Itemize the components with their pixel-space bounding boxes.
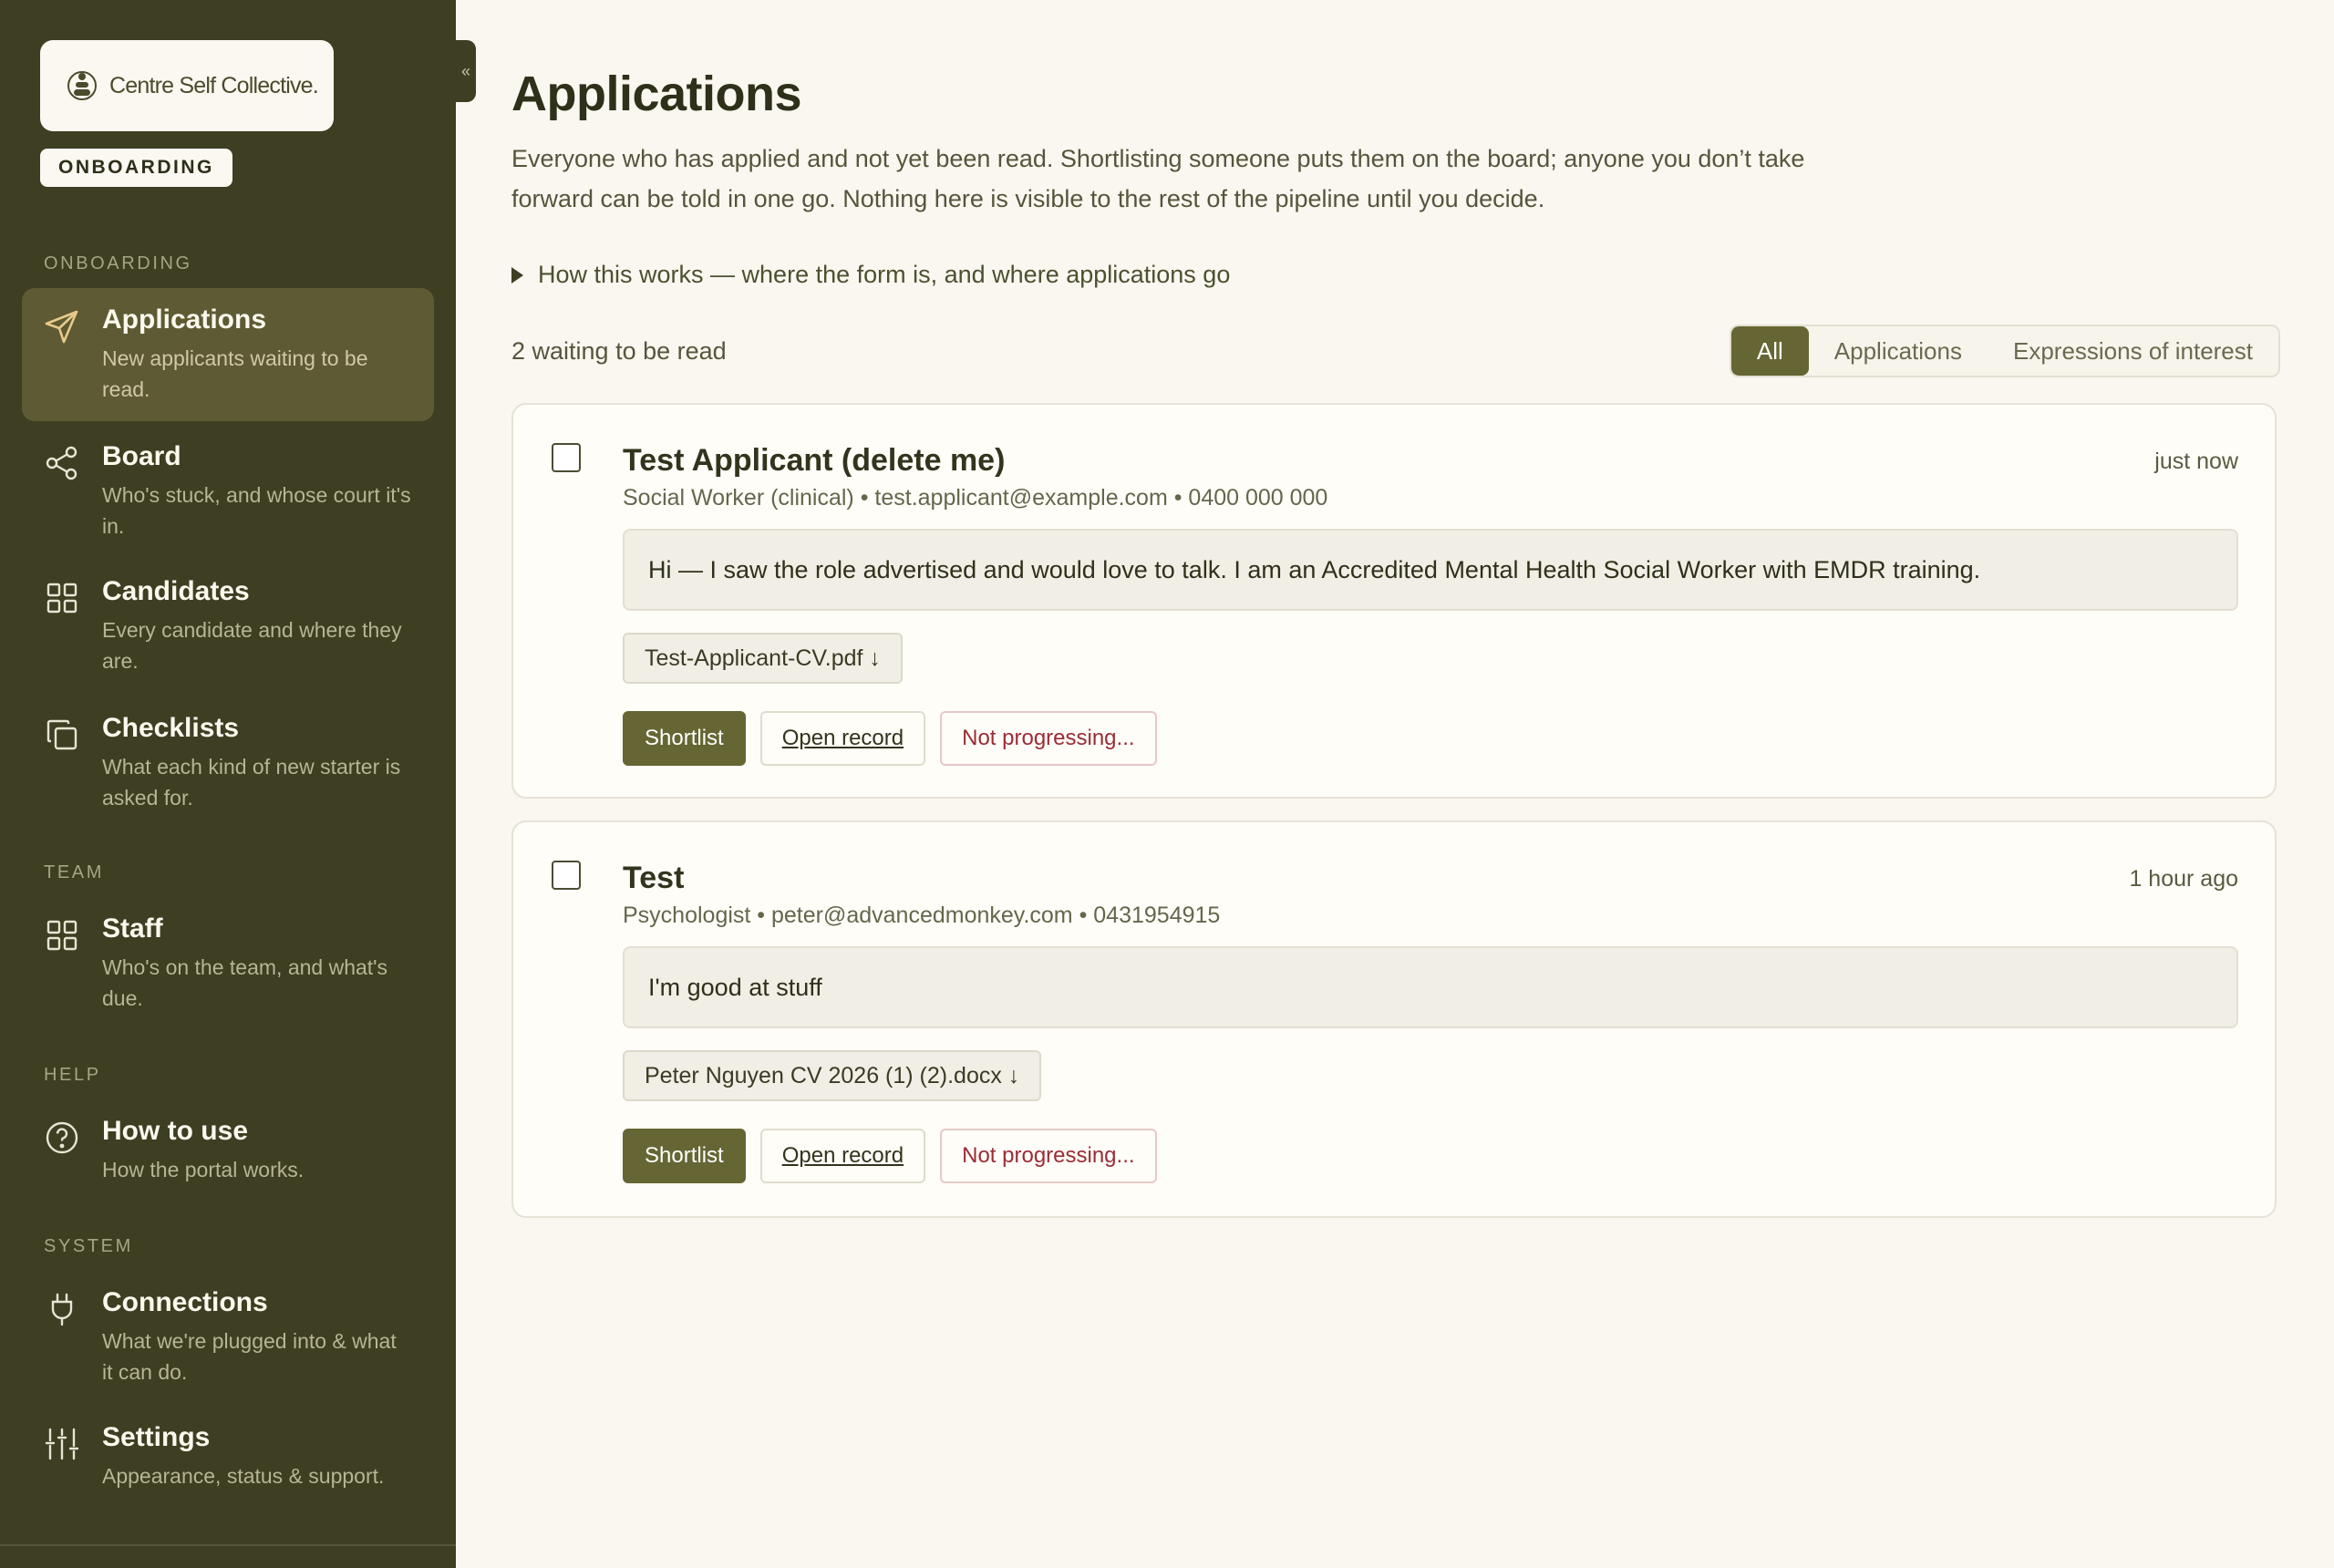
applicant-meta: Psychologist • peter@advancedmonkey.com … <box>623 903 1221 928</box>
applicant-message: Hi — I saw the role advertised and would… <box>623 529 2238 611</box>
sidebar-divider <box>0 1544 456 1546</box>
applicant-meta: Social Worker (clinical) • test.applican… <box>623 485 1328 511</box>
filter-expressions-of-interest[interactable]: Expressions of interest <box>1988 326 2278 376</box>
cv-download-link[interactable]: Test-Applicant-CV.pdf ↓ <box>623 633 903 684</box>
filter-all[interactable]: All <box>1730 326 1809 376</box>
sidebar-item-settings[interactable]: Settings Appearance, status & support. <box>22 1406 434 1508</box>
nav-section-onboarding: ONBOARDING <box>44 253 192 273</box>
sidebar-item-desc: Appearance, status & support. <box>102 1464 385 1488</box>
sidebar-item-applications[interactable]: Applications New applicants waiting to b… <box>22 288 434 421</box>
sidebar-item-board[interactable]: Board Who's stuck, and whose court it's … <box>22 425 434 558</box>
sidebar-item-desc: New applicants waiting to be read. <box>102 346 368 401</box>
open-record-button[interactable]: Open record <box>759 711 926 766</box>
submitted-time: just now <box>2154 449 2238 474</box>
select-checkbox[interactable] <box>552 861 581 890</box>
mode-badge: ONBOARDING <box>40 149 232 187</box>
sidebar-item-checklists[interactable]: Checklists What each kind of new starter… <box>22 696 434 830</box>
sidebar-item-connections[interactable]: Connections What we're plugged into & wh… <box>22 1271 434 1404</box>
nav-section-help: HELP <box>44 1065 101 1085</box>
filter-toggle: All Applications Expressions of interest <box>1729 325 2280 377</box>
sidebar-item-desc: What we're plugged into & what it can do… <box>102 1329 397 1384</box>
how-it-works-label: How this works — where the form is, and … <box>538 261 1231 288</box>
filter-applications[interactable]: Applications <box>1809 326 1988 376</box>
sidebar-item-staff[interactable]: Staff Who's on the team, and what's due. <box>22 897 434 1030</box>
sidebar-item-desc: Who's on the team, and what's due. <box>102 955 388 1010</box>
sidebar-item-label: Staff <box>102 913 163 944</box>
grid-icon <box>46 583 77 614</box>
not-progressing-button[interactable]: Not progressing... <box>940 711 1157 766</box>
submitted-time: 1 hour ago <box>2129 866 2238 892</box>
how-it-works-disclosure[interactable]: How this works — where the form is, and … <box>511 261 1230 289</box>
send-icon <box>45 310 78 344</box>
page-title: Applications <box>511 67 802 121</box>
share-icon <box>46 446 77 480</box>
shortlist-button[interactable]: Shortlist <box>623 711 746 766</box>
card-actions: Shortlist Open record Not progressing... <box>623 1129 1157 1183</box>
sidebar-item-label: Checklists <box>102 713 240 743</box>
cv-download-link[interactable]: Peter Nguyen CV 2026 (1) (2).docx ↓ <box>623 1050 1042 1101</box>
sidebar-item-how-to-use[interactable]: How to use How the portal works. <box>22 1099 434 1202</box>
shortlist-button[interactable]: Shortlist <box>623 1129 746 1183</box>
sidebar-item-candidates[interactable]: Candidates Every candidate and where the… <box>22 560 434 693</box>
applicant-message: I'm good at stuff <box>623 946 2238 1028</box>
grid-icon <box>46 920 77 951</box>
sidebar-item-desc: How the portal works. <box>102 1158 305 1181</box>
sidebar-item-label: How to use <box>102 1116 249 1146</box>
sidebar-item-desc: Every candidate and where they are. <box>102 618 402 673</box>
disclosure-triangle-icon <box>511 266 523 284</box>
open-record-button[interactable]: Open record <box>759 1129 926 1183</box>
sliders-icon <box>45 1428 79 1460</box>
sidebar-item-label: Settings <box>102 1422 211 1452</box>
not-progressing-button[interactable]: Not progressing... <box>940 1129 1157 1183</box>
copy-icon <box>46 719 77 750</box>
sidebar-item-label: Board <box>102 441 181 471</box>
application-card: Test 1 hour ago Psychologist • peter@adv… <box>511 820 2277 1218</box>
sidebar-item-label: Candidates <box>102 576 250 606</box>
logo-mark-icon <box>67 71 97 100</box>
select-checkbox[interactable] <box>552 443 581 472</box>
waiting-count: 2 waiting to be read <box>511 337 727 365</box>
nav-section-team: TEAM <box>44 862 104 882</box>
application-card: Test Applicant (delete me) just now Soci… <box>511 403 2277 799</box>
sidebar-item-label: Applications <box>102 304 267 335</box>
nav-section-system: SYSTEM <box>44 1236 133 1256</box>
card-actions: Shortlist Open record Not progressing... <box>623 711 1157 766</box>
sidebar-item-desc: What each kind of new starter is asked f… <box>102 755 401 810</box>
sidebar-item-label: Connections <box>102 1287 268 1317</box>
sidebar-item-desc: Who's stuck, and whose court it's in. <box>102 483 411 538</box>
collapse-sidebar-button[interactable]: « <box>456 40 476 102</box>
plug-icon <box>51 1293 73 1326</box>
logo-text: Centre Self Collective. <box>109 72 319 98</box>
help-circle-icon <box>46 1121 78 1154</box>
applicant-name: Test <box>623 861 685 895</box>
sidebar: Centre Self Collective. ONBOARDING ONBOA… <box>0 0 456 1568</box>
logo[interactable]: Centre Self Collective. <box>40 40 334 131</box>
page-intro: Everyone who has applied and not yet bee… <box>511 145 1805 212</box>
applicant-name: Test Applicant (delete me) <box>623 443 1006 478</box>
